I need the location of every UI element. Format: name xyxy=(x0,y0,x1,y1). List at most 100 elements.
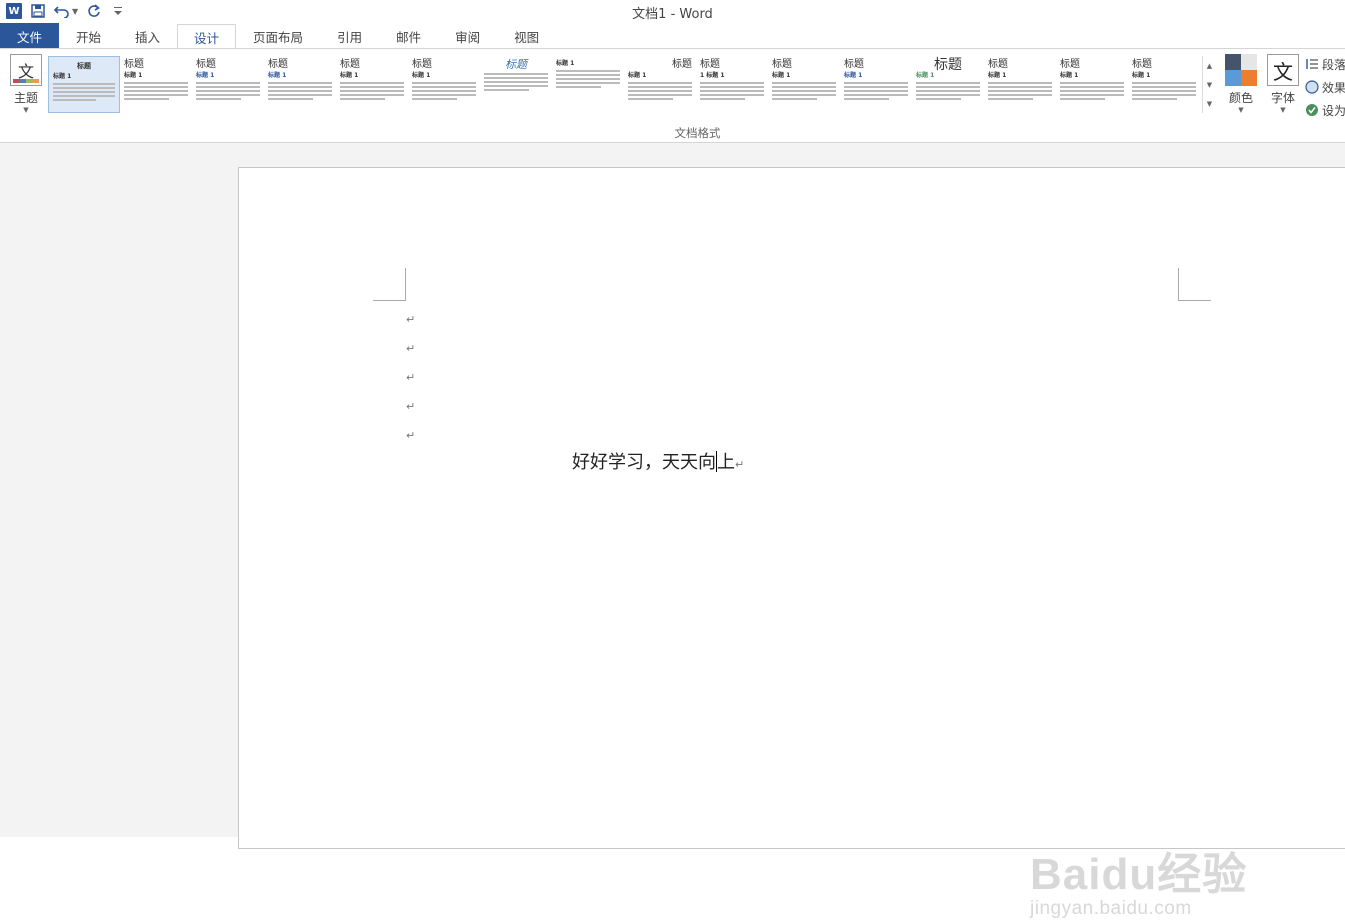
style-preview-line xyxy=(268,90,332,92)
style-preview-line xyxy=(700,90,764,92)
style-set-item[interactable]: 标题 标题 1 xyxy=(120,56,192,113)
ribbon-design: 文 主题 ▼ 标题 标题 1 标题 标题 1 标题 标题 1 标题 标题 1 标题 标题 1 标题标… xyxy=(0,48,1345,143)
colors-button[interactable]: 颜色 ▼ xyxy=(1222,54,1260,122)
style-preview-line xyxy=(268,82,332,84)
style-set-item[interactable]: 标题 标题 1 xyxy=(624,56,696,113)
style-preview-line xyxy=(700,86,764,88)
tab-design[interactable]: 设计 xyxy=(177,24,237,49)
tab-review[interactable]: 审阅 xyxy=(438,23,497,48)
style-preview-line xyxy=(988,86,1052,88)
style-preview-line xyxy=(556,78,620,80)
style-preview-line xyxy=(844,82,908,84)
style-preview-line xyxy=(484,85,548,87)
style-set-item[interactable]: 标题 1 xyxy=(552,56,624,113)
style-set-heading: 标题 1 xyxy=(196,72,215,79)
document-canvas[interactable]: ↵ ↵ ↵ ↵ ↵ 好好学习，天天向上↵ Baidu经验 jingyan.bai… xyxy=(0,143,1345,919)
style-preview-line xyxy=(53,99,97,101)
style-preview-line xyxy=(268,98,313,100)
document-text[interactable]: 好好学习，天天向上 xyxy=(572,451,735,473)
document-text-line[interactable]: 好好学习，天天向上↵ xyxy=(572,448,744,474)
style-preview-line xyxy=(1132,82,1196,84)
style-preview-line xyxy=(340,90,404,92)
style-preview-line xyxy=(844,90,908,92)
gallery-more-icon[interactable]: ▼ xyxy=(1203,94,1216,113)
style-preview-line xyxy=(196,82,260,84)
checkmark-icon xyxy=(1305,103,1319,117)
style-set-title: 标题 xyxy=(700,59,720,70)
style-preview-line xyxy=(1060,86,1124,88)
style-set-item[interactable]: 标题 标题 1 xyxy=(264,56,336,113)
paragraph-mark: ↵ xyxy=(406,429,416,442)
style-preview-line xyxy=(124,86,188,88)
document-page[interactable]: ↵ ↵ ↵ ↵ ↵ 好好学习，天天向上↵ xyxy=(238,167,1345,849)
style-preview-line xyxy=(772,98,817,100)
style-preview-line xyxy=(1060,90,1124,92)
style-preview-line xyxy=(988,82,1052,84)
style-preview-line xyxy=(916,90,980,92)
gallery-scroll-up-icon[interactable]: ▲ xyxy=(1203,56,1216,75)
style-set-heading: 1 标题 1 xyxy=(700,72,725,79)
style-preview-line xyxy=(700,94,764,96)
baidu-watermark: Baidu经验 jingyan.baidu.com xyxy=(1030,838,1247,920)
style-preview-line xyxy=(196,86,260,88)
themes-button[interactable]: 文 主题 ▼ xyxy=(6,54,46,122)
style-preview-line xyxy=(196,94,260,96)
style-set-title: 标题 xyxy=(412,59,432,70)
paragraph-spacing-icon xyxy=(1305,57,1319,71)
style-set-title: 标题 xyxy=(505,58,527,71)
style-set-item[interactable]: 标题 标题 1 xyxy=(192,56,264,113)
style-preview-line xyxy=(556,70,620,72)
style-preview-line xyxy=(772,82,836,84)
style-preview-line xyxy=(53,83,115,85)
style-preview-line xyxy=(53,95,115,97)
paragraph-spacing-button[interactable]: 段落 xyxy=(1305,55,1345,73)
style-set-gallery: 标题 标题 1 标题 标题 1 标题 标题 1 标题 标题 1 标题 标题 1 标题 标题 1 标题 标题… xyxy=(48,56,1201,113)
style-preview-line xyxy=(1132,94,1196,96)
style-preview-line xyxy=(124,82,188,84)
tab-file[interactable]: 文件 xyxy=(0,23,59,48)
style-set-item[interactable]: 标题 标题 1 xyxy=(336,56,408,113)
style-set-item[interactable]: 标题 标题 1 xyxy=(1056,56,1128,113)
style-set-item[interactable]: 标题 标题 1 xyxy=(48,56,120,113)
gallery-scroll-down-icon[interactable]: ▼ xyxy=(1203,75,1216,94)
style-preview-line xyxy=(844,86,908,88)
chevron-down-icon: ▼ xyxy=(23,106,29,114)
style-set-item[interactable]: 标题 标题 1 xyxy=(408,56,480,113)
set-as-default-button[interactable]: 设为 xyxy=(1305,101,1345,119)
style-set-item[interactable]: 标题 标题 1 xyxy=(840,56,912,113)
tab-home[interactable]: 开始 xyxy=(59,23,118,48)
swatch-1 xyxy=(1241,54,1257,70)
style-preview-line xyxy=(124,94,188,96)
tab-references[interactable]: 引用 xyxy=(320,23,379,48)
style-set-item[interactable]: 标题 标题 1 xyxy=(768,56,840,113)
tab-mailings[interactable]: 邮件 xyxy=(379,23,438,48)
style-preview-line xyxy=(628,98,673,100)
style-set-title: 标题 xyxy=(988,59,1008,70)
style-set-title: 标题 xyxy=(772,59,792,70)
tab-view[interactable]: 视图 xyxy=(497,23,556,48)
style-preview-line xyxy=(196,98,241,100)
style-preview-line xyxy=(484,73,548,75)
tab-page-layout[interactable]: 页面布局 xyxy=(236,23,320,48)
style-set-heading: 标题 1 xyxy=(628,72,647,79)
style-preview-line xyxy=(268,94,332,96)
style-set-item[interactable]: 标题 xyxy=(480,56,552,113)
style-set-title: 标题 xyxy=(268,59,288,70)
style-preview-line xyxy=(628,82,692,84)
style-set-item[interactable]: 标题 标题 1 xyxy=(1128,56,1200,113)
style-set-heading: 标题 1 xyxy=(556,60,575,67)
effects-label: 效果 xyxy=(1322,80,1345,95)
style-set-title: 标题 xyxy=(340,59,360,70)
style-preview-line xyxy=(412,90,476,92)
style-preview-line xyxy=(844,94,908,96)
fonts-button[interactable]: 文 字体 ▼ xyxy=(1264,54,1302,122)
style-set-item[interactable]: 标题 1 标题 1 xyxy=(696,56,768,113)
style-preview-line xyxy=(53,91,115,93)
style-preview-line xyxy=(484,81,548,83)
style-preview-line xyxy=(340,94,404,96)
style-set-item[interactable]: 标题 标题 1 xyxy=(984,56,1056,113)
effects-button[interactable]: 效果 xyxy=(1305,78,1345,96)
tab-insert[interactable]: 插入 xyxy=(118,23,177,48)
style-preview-line xyxy=(916,82,980,84)
style-set-item[interactable]: 标题 标题 1 xyxy=(912,56,984,113)
